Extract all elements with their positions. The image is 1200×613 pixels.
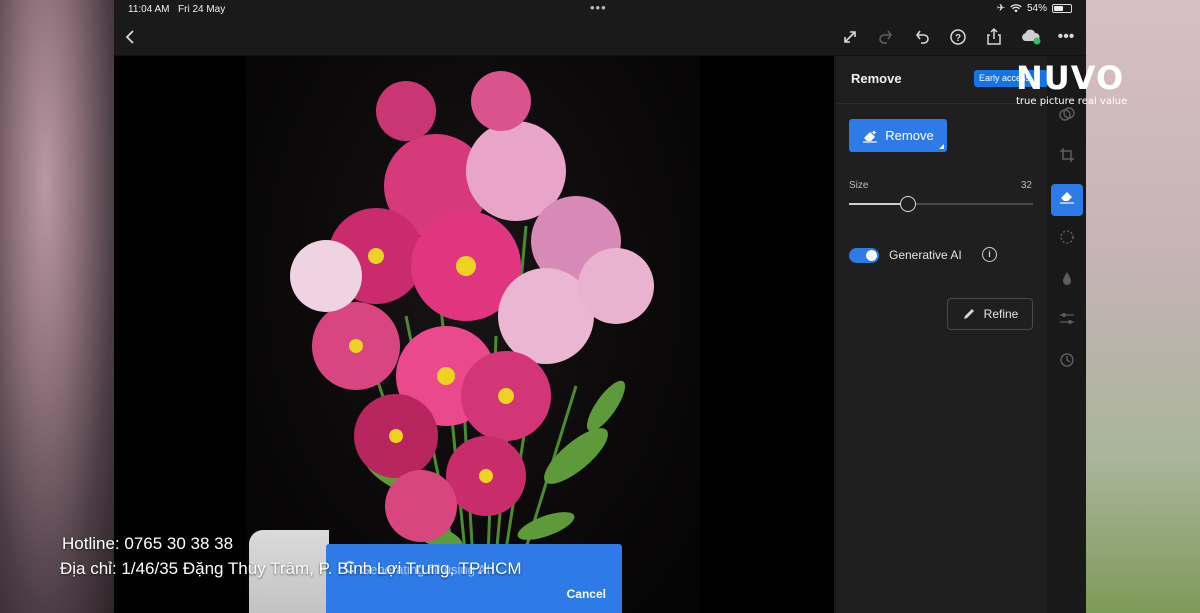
battery-percent: 54% bbox=[1026, 3, 1047, 14]
nuvo-tagline: true picture real value bbox=[1016, 96, 1128, 107]
tool-rail bbox=[1048, 56, 1086, 613]
refine-button-label: Refine bbox=[983, 307, 1019, 321]
share-icon[interactable] bbox=[983, 26, 1005, 48]
back-icon[interactable] bbox=[120, 26, 142, 48]
cancel-button[interactable]: Cancel bbox=[567, 587, 606, 601]
airplane-icon: ✈ bbox=[996, 3, 1005, 14]
hotline-text: Hotline: 0765 30 38 38 bbox=[62, 534, 234, 553]
help-icon[interactable]: ? bbox=[947, 26, 969, 48]
address-text: Địa chỉ: 1/46/35 Đặng Thùy Trâm, P. Bình… bbox=[60, 559, 522, 578]
remove-button-label: Remove bbox=[885, 128, 934, 143]
svg-text:?: ? bbox=[955, 33, 961, 44]
status-time: 11:04 AM bbox=[128, 4, 170, 15]
status-indicators: ✈ 54% bbox=[997, 3, 1072, 14]
status-bar: 11:04 AM Fri 24 May ••• ✈ 54% bbox=[114, 0, 1086, 18]
info-icon[interactable]: i bbox=[982, 247, 997, 262]
remove-tool-button[interactable]: Remove bbox=[849, 119, 947, 152]
brush-icon bbox=[963, 309, 974, 319]
remove-panel: Remove Early access Remove Size 32 Gener… bbox=[835, 56, 1048, 613]
redo-icon[interactable] bbox=[875, 26, 897, 48]
lightroom-app-window: 11:04 AM Fri 24 May ••• ✈ 54% ? ••• Remo… bbox=[114, 0, 1086, 613]
battery-icon bbox=[1052, 4, 1072, 13]
more-icon[interactable]: ••• bbox=[1055, 26, 1077, 48]
remove-icon[interactable] bbox=[1051, 184, 1083, 216]
cloud-sync-icon[interactable] bbox=[1019, 26, 1041, 48]
undo-icon[interactable] bbox=[911, 26, 933, 48]
blurred-background-left bbox=[0, 0, 114, 613]
generative-ai-label: Generative AI bbox=[889, 248, 962, 262]
masking-icon[interactable] bbox=[1051, 225, 1083, 257]
size-label: Size bbox=[849, 180, 869, 191]
nuvo-watermark: NUVO true picture real value bbox=[1016, 60, 1136, 108]
eraser-icon bbox=[863, 129, 878, 143]
size-slider-thumb[interactable] bbox=[899, 196, 916, 212]
panel-title: Remove bbox=[851, 71, 902, 86]
status-date: Fri 24 May bbox=[178, 4, 226, 15]
size-value: 32 bbox=[1020, 180, 1032, 191]
submenu-corner-icon bbox=[939, 144, 944, 149]
adjustments-icon[interactable] bbox=[1051, 307, 1083, 339]
top-toolbar: ? ••• bbox=[114, 18, 1086, 56]
nuvo-logo: NUVO bbox=[1016, 59, 1125, 97]
refine-button[interactable]: Refine bbox=[947, 298, 1033, 330]
history-icon[interactable] bbox=[1051, 348, 1083, 380]
multitasking-dots-icon[interactable]: ••• bbox=[590, 0, 607, 15]
toggle-knob bbox=[866, 250, 877, 261]
healing-icon[interactable] bbox=[1051, 266, 1083, 298]
photo-canvas[interactable] bbox=[114, 56, 834, 613]
wifi-icon bbox=[1010, 4, 1022, 13]
expand-icon[interactable] bbox=[839, 26, 861, 48]
generative-ai-toggle[interactable] bbox=[849, 248, 879, 263]
crop-icon[interactable] bbox=[1051, 143, 1083, 175]
size-slider[interactable] bbox=[849, 196, 1033, 212]
